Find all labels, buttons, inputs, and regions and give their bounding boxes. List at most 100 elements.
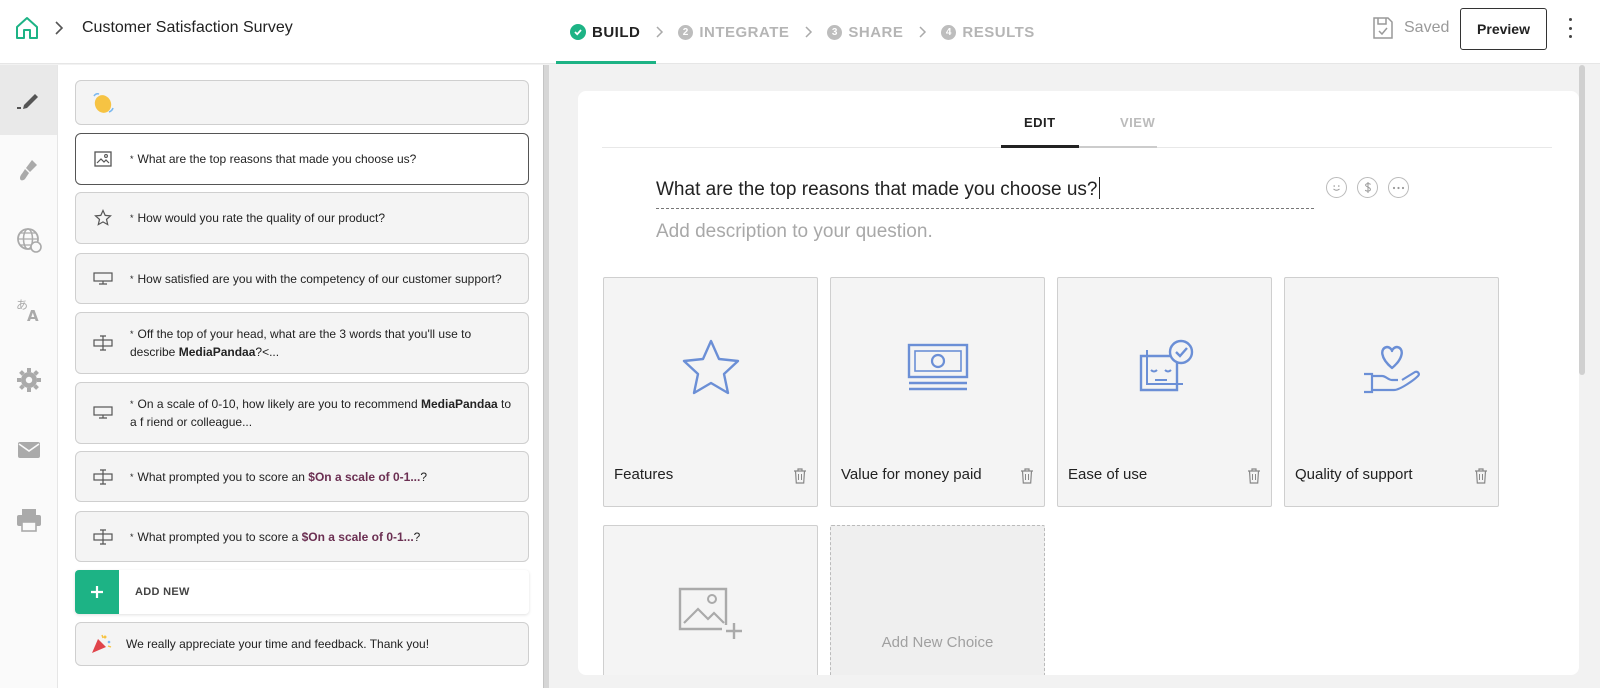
add-new-question-button[interactable]: ADD NEW bbox=[75, 570, 529, 614]
saved-label: Saved bbox=[1404, 19, 1450, 36]
add-new-choice-button[interactable]: Add New Choice bbox=[830, 525, 1045, 675]
add-choice-label: Add New Choice bbox=[881, 634, 994, 651]
heart-hand-icon bbox=[1285, 328, 1498, 408]
question-text: ? bbox=[420, 469, 428, 484]
scale-icon bbox=[76, 271, 130, 286]
required-marker: * bbox=[130, 531, 134, 542]
question-description-input[interactable]: Add description to your question. bbox=[656, 221, 933, 243]
editor-scrollbar[interactable] bbox=[1579, 65, 1600, 688]
question-card[interactable]: * Off the top of your head, what are the … bbox=[75, 312, 529, 374]
step-build[interactable]: BUILD bbox=[555, 0, 657, 64]
question-title-input[interactable]: What are the top reasons that made you c… bbox=[656, 177, 1314, 209]
tab-edit[interactable]: EDIT bbox=[1024, 115, 1056, 130]
emoji-icon[interactable] bbox=[1326, 177, 1347, 198]
edit-pen-icon[interactable] bbox=[0, 65, 57, 135]
required-marker: * bbox=[130, 329, 134, 339]
scrollbar-thumb[interactable] bbox=[1579, 65, 1585, 375]
more-horizontal-icon[interactable] bbox=[1388, 177, 1409, 198]
check-icon bbox=[570, 24, 586, 40]
scale-icon bbox=[76, 406, 130, 420]
question-card[interactable]: * What prompted you to score a $On a scal… bbox=[75, 511, 529, 562]
save-document-icon bbox=[1373, 17, 1393, 39]
preview-button[interactable]: Preview bbox=[1460, 8, 1547, 50]
tab-view[interactable]: VIEW bbox=[1120, 115, 1155, 130]
choice-card[interactable]: Features bbox=[603, 277, 818, 507]
question-text: What prompted you to score a bbox=[137, 529, 302, 544]
choice-label: Value for money paid bbox=[841, 466, 982, 483]
question-text: How satisfied are you with the competenc… bbox=[137, 271, 502, 286]
trash-icon[interactable] bbox=[1474, 468, 1488, 484]
step-nav: BUILD 2 INTEGRATE 3 SHARE 4 RESULTS bbox=[555, 0, 1035, 64]
banknote-icon bbox=[831, 328, 1044, 408]
question-card[interactable]: * On a scale of 0-10, how likely are you … bbox=[75, 382, 529, 444]
piped-answer: $On a scale of 0-1... bbox=[301, 529, 414, 544]
survey-title[interactable]: Customer Satisfaction Survey bbox=[82, 19, 293, 37]
chevron-right-icon bbox=[919, 26, 927, 38]
step-share[interactable]: 3 SHARE bbox=[827, 0, 903, 64]
left-rail: あA bbox=[0, 65, 58, 688]
chevron-right-icon bbox=[805, 26, 813, 38]
text-input-icon bbox=[76, 528, 130, 545]
step-label: RESULTS bbox=[962, 23, 1035, 41]
top-bar: Customer Satisfaction Survey BUILD 2 INT… bbox=[0, 0, 1600, 64]
trash-icon[interactable] bbox=[793, 468, 807, 484]
question-text: How would you rate the quality of our pr… bbox=[137, 211, 385, 225]
trash-icon[interactable] bbox=[1020, 468, 1034, 484]
add-image-icon bbox=[604, 578, 817, 648]
step-number: 2 bbox=[678, 24, 694, 40]
mail-icon[interactable] bbox=[0, 415, 57, 485]
choice-card[interactable] bbox=[603, 525, 818, 675]
choice-card[interactable]: Value for money paid bbox=[830, 277, 1045, 507]
choice-label: Features bbox=[614, 466, 674, 483]
text-input-icon bbox=[76, 468, 130, 485]
required-marker: * bbox=[130, 399, 134, 409]
panel-resize-handle[interactable] bbox=[543, 65, 549, 688]
active-tab-indicator bbox=[1001, 145, 1079, 148]
thank-you-card[interactable]: We really appreciate your time and feedb… bbox=[75, 622, 529, 666]
step-label: BUILD bbox=[592, 23, 641, 41]
question-text: ?<... bbox=[255, 345, 280, 359]
home-icon[interactable] bbox=[14, 15, 40, 41]
question-card[interactable]: * What are the top reasons that made you … bbox=[75, 133, 529, 185]
question-text: What are the top reasons that made you c… bbox=[137, 152, 417, 166]
paint-brush-icon[interactable] bbox=[0, 135, 57, 205]
question-card[interactable]: * How would you rate the quality of our p… bbox=[75, 192, 529, 244]
step-integrate[interactable]: 2 INTEGRATE bbox=[678, 0, 789, 64]
text-input-icon bbox=[76, 335, 130, 351]
printer-icon[interactable] bbox=[0, 485, 57, 555]
dollar-variable-icon[interactable] bbox=[1357, 177, 1378, 198]
welcome-screen-card[interactable] bbox=[75, 80, 529, 125]
globe-icon[interactable] bbox=[0, 205, 57, 275]
trash-icon[interactable] bbox=[1247, 468, 1261, 484]
question-text: What prompted you to score an bbox=[137, 469, 309, 484]
question-text: On a scale of 0-10, how likely are you t… bbox=[137, 397, 421, 411]
required-marker: * bbox=[130, 273, 134, 284]
party-popper-icon bbox=[76, 632, 126, 656]
choice-card[interactable]: Quality of support bbox=[1284, 277, 1499, 507]
gear-icon[interactable] bbox=[0, 345, 57, 415]
translate-icon[interactable]: あA bbox=[0, 275, 57, 345]
question-text-bold: MediaPandaa bbox=[178, 345, 256, 359]
svg-text:A: A bbox=[27, 307, 39, 323]
image-icon bbox=[76, 151, 130, 167]
step-results[interactable]: 4 RESULTS bbox=[941, 0, 1034, 64]
chevron-right-icon bbox=[656, 26, 664, 38]
choice-card[interactable]: Ease of use bbox=[1057, 277, 1272, 507]
question-card[interactable]: * What prompted you to score an $On a sca… bbox=[75, 451, 529, 502]
more-options-icon[interactable] bbox=[1566, 18, 1574, 38]
step-label: INTEGRATE bbox=[699, 23, 790, 41]
waving-hand-icon bbox=[76, 90, 130, 116]
ease-of-use-icon bbox=[1058, 328, 1271, 408]
question-editor: EDIT VIEW What are the top reasons that … bbox=[578, 91, 1579, 675]
question-list-panel: * What are the top reasons that made you … bbox=[58, 65, 543, 688]
add-new-label: ADD NEW bbox=[135, 586, 190, 598]
choice-label: Quality of support bbox=[1295, 466, 1413, 483]
star-outline-icon bbox=[604, 328, 817, 408]
step-label: SHARE bbox=[848, 23, 904, 41]
question-card[interactable]: * How satisfied are you with the competen… bbox=[75, 253, 529, 304]
question-text-bold: MediaPandaa bbox=[421, 397, 498, 411]
tab-underline bbox=[1079, 146, 1157, 148]
star-icon bbox=[76, 209, 130, 227]
chevron-right-icon bbox=[55, 21, 64, 35]
required-marker: * bbox=[130, 154, 134, 164]
